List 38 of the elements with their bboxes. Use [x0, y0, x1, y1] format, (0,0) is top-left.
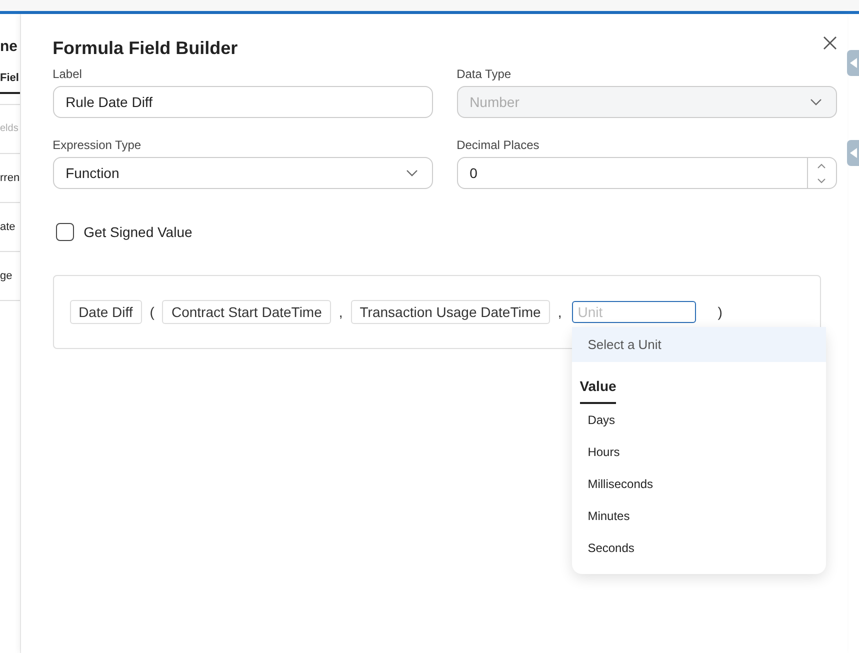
list-item[interactable]: rren: [0, 154, 20, 203]
list-item[interactable]: ate: [0, 203, 20, 252]
input-field[interactable]: Rule Date Diff: [52, 86, 433, 118]
dropdown-option[interactable]: Hours: [572, 436, 826, 468]
collapse-tab[interactable]: [846, 140, 859, 166]
expression-symbol: ,: [338, 304, 344, 320]
dropdown-option[interactable]: Seconds: [572, 532, 826, 564]
triangle-left-icon: [850, 58, 858, 68]
chevron-down-icon: [406, 169, 418, 177]
field-label: Label: [52, 67, 83, 81]
expression-token[interactable]: Date Diff: [70, 300, 142, 324]
checkbox-label: Get Signed Value: [84, 224, 192, 240]
tab[interactable]: Value: [580, 378, 616, 404]
expression-token[interactable]: Contract Start DateTime: [162, 300, 331, 324]
list-item[interactable]: ge: [0, 252, 20, 301]
stepper-field[interactable]: 0: [456, 157, 837, 189]
chevron-down-icon: [810, 98, 822, 106]
select-field[interactable]: Function: [52, 157, 433, 189]
checkbox[interactable]: [56, 223, 74, 241]
field-label: Expression Type: [52, 138, 142, 152]
close-icon[interactable]: [822, 36, 837, 50]
dropdown-option[interactable]: Minutes: [572, 500, 826, 532]
unit-input[interactable]: Unit: [572, 301, 696, 323]
dropdown-header: Select a Unit: [572, 327, 826, 362]
expression-symbol: ,: [556, 304, 563, 320]
expression-token[interactable]: Transaction Usage DateTime: [350, 300, 550, 324]
decrement-icon[interactable]: [817, 178, 826, 184]
expression-symbol: ): [716, 304, 724, 320]
expression-symbol: (: [148, 304, 156, 320]
dropdown-option[interactable]: Days: [572, 404, 826, 436]
dialog-title: Formula Field Builder: [52, 38, 238, 59]
triangle-left-icon: [850, 148, 858, 158]
increment-icon[interactable]: [817, 162, 826, 168]
page-heading: ne: [0, 38, 19, 57]
field-label: Data Type: [456, 67, 512, 81]
field-label: Decimal Places: [456, 138, 540, 152]
dropdown-option[interactable]: Milliseconds: [572, 468, 826, 500]
collapse-tab[interactable]: [846, 50, 859, 76]
